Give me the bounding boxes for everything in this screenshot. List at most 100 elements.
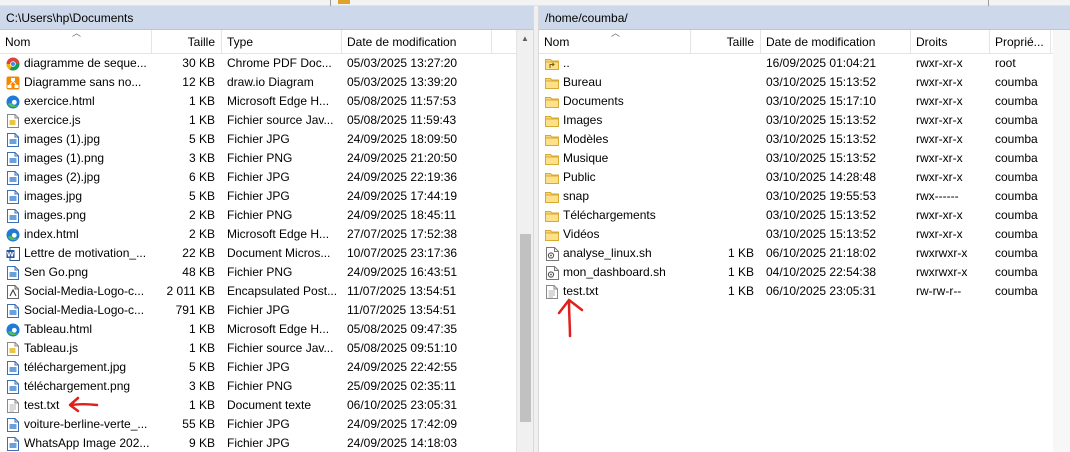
column-header-owner[interactable]: Proprié... xyxy=(990,30,1051,54)
file-size: 2 011 KB xyxy=(166,284,215,298)
file-row[interactable]: test.txt 1 KB 06/10/2025 23:05:31 rw-rw-r--… xyxy=(539,282,1070,301)
file-row[interactable]: images (2).jpg 6 KB Fichier JPG 24/09/2025 … xyxy=(0,168,533,187)
file-type: Microsoft Edge H... xyxy=(227,227,330,241)
file-row[interactable]: Social-Media-Logo-c... 791 KB Fichier JPG 1… xyxy=(0,301,533,320)
file-owner: coumba xyxy=(995,113,1038,127)
file-permissions: rwxr-xr-x xyxy=(916,113,963,127)
file-size: 5 KB xyxy=(188,132,215,146)
column-header-name[interactable]: ︿ Nom xyxy=(539,30,691,54)
file-modified: 03/10/2025 15:13:52 xyxy=(766,151,877,165)
column-header-modified[interactable]: Date de modification xyxy=(761,30,911,54)
file-row[interactable]: mon_dashboard.sh 1 KB 04/10/2025 22:54:38 r… xyxy=(539,263,1070,282)
file-row[interactable]: exercice.html 1 KB Microsoft Edge H... 05/0… xyxy=(0,92,533,111)
file-modified: 24/09/2025 17:42:09 xyxy=(347,417,458,431)
file-row[interactable]: index.html 2 KB Microsoft Edge H... 27/07/2… xyxy=(0,225,533,244)
file-row[interactable]: Bureau 03/10/2025 15:13:52 rwxr-xr-x coumba xyxy=(539,73,1070,92)
file-row[interactable]: WhatsApp Image 202... 9 KB Fichier JPG 24/0… xyxy=(0,434,533,452)
file-type: Fichier PNG xyxy=(227,151,293,165)
file-type: Fichier JPG xyxy=(227,360,290,374)
file-size: 30 KB xyxy=(182,56,215,70)
folder-icon xyxy=(545,189,559,204)
file-name-text: Musique xyxy=(563,151,609,165)
column-header-size[interactable]: Taille xyxy=(691,30,761,54)
file-row[interactable]: W Lettre de motivation_... 22 KB Document M… xyxy=(0,244,533,263)
file-size: 1 KB xyxy=(188,322,215,336)
file-row[interactable]: Téléchargements 03/10/2025 15:13:52 rwxr-x… xyxy=(539,206,1070,225)
file-row[interactable]: test.txt 1 KB Document texte 06/10/2025 23:… xyxy=(0,396,533,415)
file-name: Modèles xyxy=(539,130,691,149)
scroll-up-icon[interactable]: ▲ xyxy=(517,30,533,47)
file-permissions: rwxr-xr-x xyxy=(916,151,963,165)
file-row[interactable]: Vidéos 03/10/2025 15:13:52 rwxr-xr-x coumba xyxy=(539,225,1070,244)
file-type: Encapsulated Post... xyxy=(227,284,338,298)
file-permissions: rwxr-xr-x xyxy=(916,132,963,146)
file-modified: 03/10/2025 15:13:52 xyxy=(766,227,877,241)
local-vertical-scrollbar[interactable]: ▲ xyxy=(516,30,533,452)
folder-icon xyxy=(338,0,350,4)
file-name-text: Social-Media-Logo-c... xyxy=(24,303,145,317)
image-file-icon xyxy=(6,417,20,432)
file-row[interactable]: Social-Media-Logo-c... 2 011 KB Encapsulat… xyxy=(0,282,533,301)
local-path-bar[interactable]: C:\Users\hp\Documents xyxy=(0,6,533,30)
file-row[interactable]: téléchargement.jpg 5 KB Fichier JPG 24/09/2… xyxy=(0,358,533,377)
file-modified: 05/03/2025 13:39:20 xyxy=(347,75,458,89)
file-name-text: Tableau.js xyxy=(24,341,79,355)
file-row[interactable]: Images 03/10/2025 15:13:52 rwxr-xr-x coumba xyxy=(539,111,1070,130)
file-size: 55 KB xyxy=(182,417,215,431)
file-row[interactable]: voiture-berline-verte_... 55 KB Fichier JP… xyxy=(0,415,533,434)
file-row[interactable]: Musique 03/10/2025 15:13:52 rwxr-xr-x coumb… xyxy=(539,149,1070,168)
file-row[interactable]: Tableau.js 1 KB Fichier source Jav... 05/08… xyxy=(0,339,533,358)
file-row[interactable]: Tableau.html 1 KB Microsoft Edge H... 05/08… xyxy=(0,320,533,339)
remote-path-bar[interactable]: /home/coumba/ xyxy=(539,6,1070,30)
column-header-size[interactable]: Taille xyxy=(152,30,222,54)
remote-file-pane: /home/coumba/ ︿ Nom Taille Date de modif… xyxy=(539,6,1070,452)
file-row[interactable]: Sen Go.png 48 KB Fichier PNG 24/09/2025 16:… xyxy=(0,263,533,282)
file-size: 9 KB xyxy=(188,436,215,450)
file-name-text: images.jpg xyxy=(24,189,83,203)
file-name: Téléchargements xyxy=(539,206,691,225)
edge-icon xyxy=(6,227,20,242)
file-row[interactable]: snap 03/10/2025 19:55:53 rwx------ coumba xyxy=(539,187,1070,206)
file-row[interactable]: images (1).png 3 KB Fichier PNG 24/09/2025 … xyxy=(0,149,533,168)
file-owner: coumba xyxy=(995,170,1038,184)
file-row[interactable]: images.jpg 5 KB Fichier JPG 24/09/2025 17:4… xyxy=(0,187,533,206)
file-owner: coumba xyxy=(995,284,1038,298)
file-name-text: .. xyxy=(563,56,570,70)
file-permissions: rwxr-xr-x xyxy=(916,208,963,222)
file-row[interactable]: exercice.js 1 KB Fichier source Jav... 05/0… xyxy=(0,111,533,130)
file-modified: 04/10/2025 22:54:38 xyxy=(766,265,877,279)
eps-file-icon xyxy=(6,284,20,299)
file-name-text: WhatsApp Image 202... xyxy=(24,436,150,450)
scrollbar-thumb[interactable] xyxy=(520,234,531,422)
remote-scrollbar-track xyxy=(1053,30,1070,452)
image-file-icon xyxy=(6,151,20,166)
file-size: 2 KB xyxy=(188,227,215,241)
file-modified: 24/09/2025 18:45:11 xyxy=(347,208,457,222)
file-permissions: rwxr-xr-x xyxy=(916,227,963,241)
column-header-modified[interactable]: Date de modification xyxy=(342,30,492,54)
file-row[interactable]: Public 03/10/2025 14:28:48 rwxr-xr-x coumba xyxy=(539,168,1070,187)
file-row[interactable]: images.png 2 KB Fichier PNG 24/09/2025 18:4… xyxy=(0,206,533,225)
file-row[interactable]: Modèles 03/10/2025 15:13:52 rwxr-xr-x coumb… xyxy=(539,130,1070,149)
column-header-type[interactable]: Type xyxy=(222,30,342,54)
file-row[interactable]: Diagramme sans no... 12 KB draw.io Diagram… xyxy=(0,73,533,92)
file-row[interactable]: téléchargement.png 3 KB Fichier PNG 25/09/2… xyxy=(0,377,533,396)
file-owner: coumba xyxy=(995,227,1038,241)
file-owner: coumba xyxy=(995,189,1038,203)
file-row[interactable]: Documents 03/10/2025 15:17:10 rwxr-xr-x cou… xyxy=(539,92,1070,111)
file-size: 1 KB xyxy=(727,265,754,279)
file-owner: coumba xyxy=(995,151,1038,165)
file-row[interactable]: images (1).jpg 5 KB Fichier JPG 24/09/2025 … xyxy=(0,130,533,149)
file-name: Tableau.js xyxy=(0,339,152,358)
file-name: diagramme de seque... xyxy=(0,54,152,73)
column-header-permissions[interactable]: Droits xyxy=(911,30,990,54)
column-header-name[interactable]: ︿ Nom xyxy=(0,30,152,54)
sort-ascending-icon: ︿ xyxy=(611,30,621,38)
file-row[interactable]: diagramme de seque... 30 KB Chrome PDF Doc… xyxy=(0,54,533,73)
file-permissions: rwxr-xr-x xyxy=(916,75,963,89)
file-name: snap xyxy=(539,187,691,206)
file-row[interactable]: .. 16/09/2025 01:04:21 rwxr-xr-x root xyxy=(539,54,1070,73)
file-modified: 05/08/2025 11:59:43 xyxy=(347,113,457,127)
file-row[interactable]: analyse_linux.sh 1 KB 06/10/2025 21:18:02 r… xyxy=(539,244,1070,263)
file-name: images.png xyxy=(0,206,152,225)
